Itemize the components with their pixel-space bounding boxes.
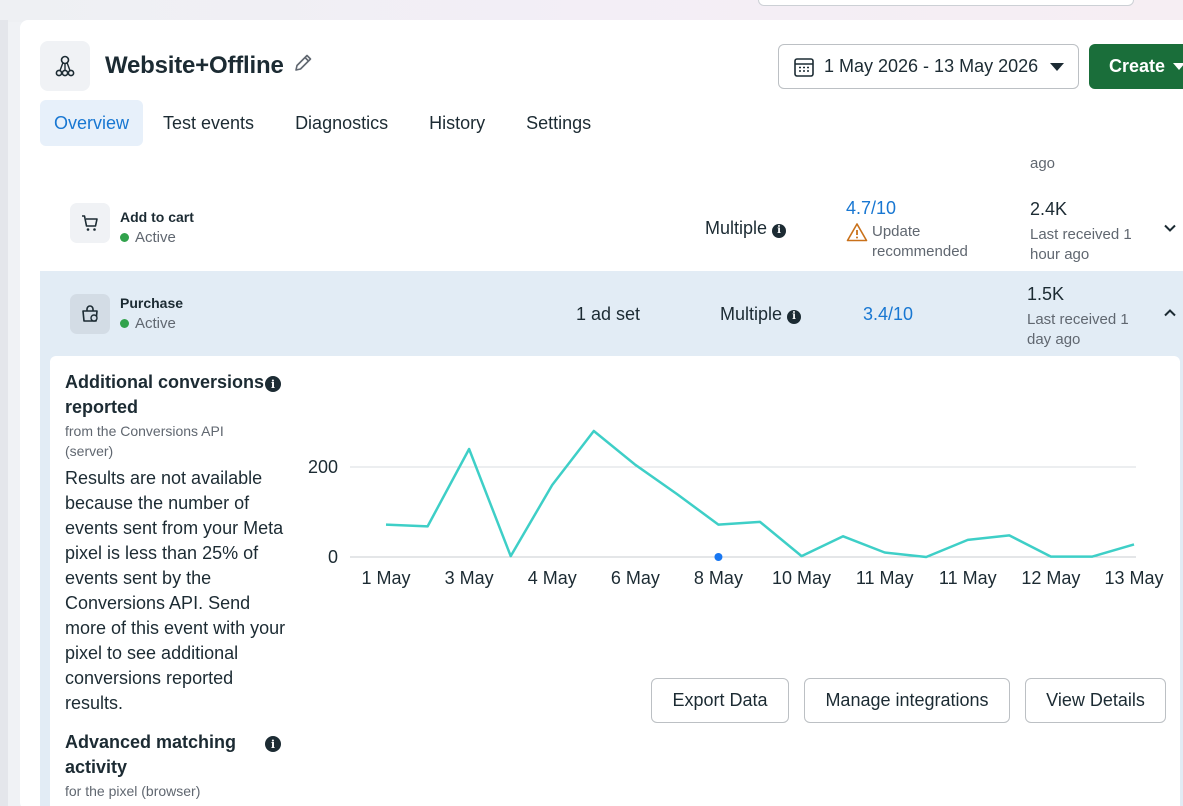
x-tick-label: 11 May [856, 568, 914, 588]
event-details-card: Additional conversions reported i from t… [50, 356, 1180, 806]
create-label: Create [1109, 56, 1166, 76]
event-name: Purchase [120, 295, 184, 311]
x-tick-label: 12 May [1021, 568, 1080, 588]
x-tick-label: 6 May [611, 568, 660, 588]
calendar-icon [794, 57, 814, 77]
advanced-matching-subtitle: for the pixel (browser) [65, 783, 201, 799]
date-range-text: 1 May 2026 - 13 May 2026 [824, 56, 1039, 76]
last-received: Last received 1 day ago [1027, 311, 1129, 348]
chevron-up-icon[interactable] [1162, 305, 1178, 321]
dataset-panel: Website+Offline 1 May 2026 - 13 May 2026… [20, 20, 1183, 806]
active-dot [120, 319, 129, 328]
chevron-down-icon[interactable] [1162, 220, 1178, 236]
series-line [385, 429, 1135, 559]
page-title: Website+Offline [105, 52, 284, 79]
y-tick-label: 0 [328, 547, 338, 567]
manage-integrations-button[interactable]: Manage integrations [804, 678, 1010, 723]
event-name: Add to cart [120, 209, 194, 225]
event-match-score[interactable]: 4.7/10 [846, 198, 896, 219]
tab-history[interactable]: History [414, 100, 506, 146]
view-details-button[interactable]: View Details [1025, 678, 1166, 723]
last-received: Last received 1 hour ago [1030, 226, 1132, 263]
date-range-picker[interactable]: 1 May 2026 - 13 May 2026 [778, 44, 1079, 89]
y-tick-label: 200 [308, 457, 338, 477]
info-icon[interactable]: i [772, 223, 787, 238]
event-match-score[interactable]: 3.4/10 [863, 304, 913, 325]
conversions-line-chart: 0 200 1 May 3 May 4 May 6 May 8 May 10 May 11 Ma… [308, 429, 1164, 588]
pencil-icon[interactable] [292, 52, 314, 74]
x-tick-label: 11 May [939, 568, 997, 588]
event-row-add-to-cart[interactable]: Add to cart Active Multiple i 4.7/10 Upda… [40, 185, 1183, 270]
hover-marker [714, 553, 723, 561]
integration-cell: Multiple i [705, 218, 787, 239]
dataset-nodes-icon [40, 41, 90, 91]
tab-bar: Overview Test events Diagnostics History… [40, 100, 612, 146]
advanced-matching-title: Advanced matching activity [65, 732, 237, 777]
update-recommended: Update recommended [846, 222, 982, 262]
info-icon[interactable]: i [787, 309, 802, 324]
shopping-bag-icon [70, 294, 110, 334]
x-tick-label: 10 May [772, 568, 831, 588]
event-count: 1.5K [1027, 284, 1065, 304]
events-table: ago Add to cart Active Multiple i 4.7/10 [40, 160, 1183, 806]
event-row-purchase[interactable]: Purchase Active 1 ad set Multiple i 3.4/1… [40, 271, 1183, 806]
x-tick-label: 4 May [528, 568, 577, 588]
top-search-field[interactable] [758, 0, 1134, 6]
caret-down-icon [1050, 62, 1065, 71]
event-status-text: Active [135, 229, 176, 246]
x-tick-label: 13 May [1104, 568, 1163, 588]
tab-test-events[interactable]: Test events [148, 100, 275, 146]
ad-sets-cell[interactable]: 1 ad set [576, 304, 640, 325]
active-dot [120, 233, 129, 242]
x-tick-label: 1 May [361, 568, 410, 588]
x-tick-label: 8 May [694, 568, 743, 588]
warning-icon [846, 223, 868, 242]
tab-diagnostics[interactable]: Diagnostics [280, 100, 409, 146]
integration-cell: Multiple i [720, 304, 802, 325]
caret-down-icon [1173, 63, 1183, 70]
score-note: Update recommended [872, 223, 968, 260]
left-sidebar-edge [0, 20, 8, 806]
event-count: 2.4K [1030, 199, 1068, 219]
integration-text: Multiple [720, 304, 783, 324]
event-status: Active [120, 229, 176, 246]
info-icon[interactable]: i [265, 736, 281, 752]
x-tick-label: 3 May [445, 568, 494, 588]
create-button[interactable]: Create [1089, 44, 1183, 89]
event-status-text: Active [135, 315, 176, 332]
tab-overview[interactable]: Overview [40, 100, 144, 146]
cart-icon [70, 203, 110, 243]
previous-row-received: ago [1030, 160, 1056, 172]
integration-text: Multiple [705, 218, 768, 238]
export-data-button[interactable]: Export Data [651, 678, 789, 723]
tab-settings[interactable]: Settings [511, 100, 612, 146]
event-status: Active [120, 315, 176, 332]
